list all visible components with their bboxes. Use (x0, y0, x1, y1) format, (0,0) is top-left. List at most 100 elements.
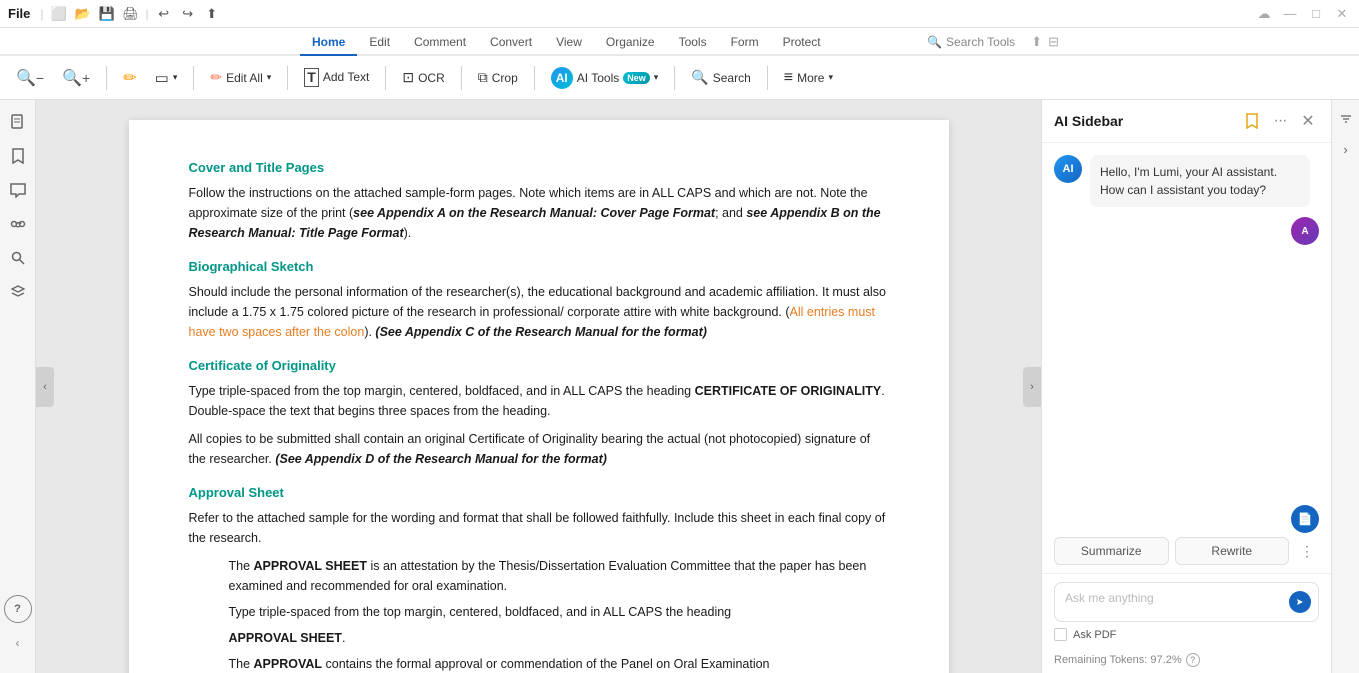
ocr-icon: ⊡ (402, 69, 414, 86)
sidebar-item-comments[interactable] (4, 176, 32, 204)
zoom-out-icon: 🔍 (16, 68, 36, 88)
sidebar-bottom: ? ‹ (4, 595, 32, 665)
ai-tools-button[interactable]: AI AI Tools New ▾ (543, 62, 667, 94)
ai-tokens-label: Remaining Tokens: 97.2% (1054, 654, 1182, 666)
maximize-icon[interactable]: □ (1307, 5, 1325, 23)
more-button[interactable]: ≡ More ▾ (776, 64, 841, 92)
sidebar-help-icon[interactable]: ? (4, 595, 32, 623)
search-label: Search (713, 71, 751, 85)
zoom-in-button[interactable]: 🔍 + (54, 63, 98, 93)
ai-lumi-avatar: AI (1054, 155, 1082, 183)
sep: | (146, 7, 149, 21)
ai-tools-badge: New (623, 72, 650, 84)
toolbar-sep-2 (193, 66, 194, 90)
edit-all-button[interactable]: ✏ Edit All ▾ (202, 64, 279, 91)
right-filter-icon[interactable] (1335, 108, 1357, 130)
crop-button[interactable]: ⧉ Crop (470, 64, 526, 91)
zoom-out-button[interactable]: 🔍 − (8, 63, 52, 93)
doc-circle-button[interactable]: 📄 (1291, 505, 1319, 533)
edit-all-dropdown-icon: ▾ (267, 72, 272, 83)
rectangle-icon: ▭ (155, 69, 169, 87)
save-icon[interactable]: 💾 (98, 5, 116, 23)
page-nav-right[interactable]: › (1023, 367, 1041, 407)
ocr-label: OCR (418, 71, 445, 85)
ai-message-area: AI Hello, I'm Lumi, your AI assistant. H… (1042, 143, 1331, 501)
sidebar-item-pages[interactable] (4, 108, 32, 136)
page-nav-left[interactable]: ‹ (36, 367, 54, 407)
summarize-button[interactable]: Summarize (1054, 537, 1169, 565)
approval-indent-1: The APPROVAL SHEET is an attestation by … (229, 556, 889, 596)
ai-checkbox-row: Ask PDF (1054, 628, 1319, 641)
undo-icon[interactable]: ↩ (155, 5, 173, 23)
plus-sign: + (82, 70, 90, 86)
ai-sidebar: AI Sidebar ··· ✕ AI Hello, I'm Lumi, you… (1041, 100, 1331, 673)
file-menu[interactable]: File (8, 6, 30, 21)
ai-send-button[interactable] (1289, 591, 1311, 613)
toolbar-sep-5 (461, 66, 462, 90)
ai-tools-icon: AI (551, 67, 573, 89)
ai-tokens-help-icon[interactable]: ? (1186, 653, 1200, 667)
sidebar-item-links[interactable] (4, 210, 32, 238)
tab-comment[interactable]: Comment (402, 30, 478, 56)
tab-form[interactable]: Form (719, 30, 771, 56)
sidebar-item-layers[interactable] (4, 278, 32, 306)
right-expand-icon[interactable]: › (1335, 138, 1357, 160)
search-button[interactable]: 🔍 Search (683, 64, 758, 91)
add-text-button[interactable]: T Add Text (296, 63, 377, 92)
tab-tools[interactable]: Tools (667, 30, 719, 56)
open-icon[interactable]: 📂 (74, 5, 92, 23)
main-layout: ? ‹ ‹ Cover and Title Pages Follow the i… (0, 100, 1359, 673)
rewrite-button[interactable]: Rewrite (1175, 537, 1290, 565)
tab-edit[interactable]: Edit (357, 30, 402, 56)
action-more-button[interactable]: ⋮ (1295, 539, 1319, 563)
tab-home[interactable]: Home (300, 30, 357, 56)
minimize-icon[interactable]: — (1281, 5, 1299, 23)
title-bar: File | ⬜ 📂 💾 🖨 | ↩ ↪ ⬆ ☁ — □ ✕ (0, 0, 1359, 28)
toolbar-sep-7 (674, 66, 675, 90)
sidebar-collapse-icon[interactable]: ‹ (4, 629, 32, 657)
upload-icon[interactable]: ⬆ (203, 5, 221, 23)
document-area[interactable]: ‹ Cover and Title Pages Follow the instr… (36, 100, 1041, 673)
ask-pdf-checkbox[interactable] (1054, 628, 1067, 641)
minus-sign: − (36, 70, 44, 86)
title-sep: | (40, 7, 43, 21)
print-icon[interactable]: 🖨 (122, 5, 140, 23)
cover-paragraph-1: Follow the instructions on the attached … (189, 183, 889, 243)
more-dropdown-icon: ▾ (828, 72, 833, 83)
cloud-upload-icon[interactable]: ⬆ (1031, 34, 1042, 50)
cert-paragraph-2: All copies to be submitted shall contain… (189, 429, 889, 469)
cert-paragraph-1: Type triple-spaced from the top margin, … (189, 381, 889, 421)
tab-convert[interactable]: Convert (478, 30, 544, 56)
ai-input-box[interactable]: Ask me anything (1054, 582, 1319, 622)
ocr-button[interactable]: ⊡ OCR (394, 64, 452, 91)
tab-view[interactable]: View (544, 30, 594, 56)
sidebar-item-bookmark[interactable] (4, 142, 32, 170)
cloud-icon[interactable]: ☁ (1255, 5, 1273, 23)
ai-sidebar-close-icon[interactable]: ✕ (1297, 110, 1319, 132)
search-tools[interactable]: 🔍 Search Tools (927, 35, 1015, 49)
approval-paragraph-1: Refer to the attached sample for the wor… (189, 508, 889, 548)
close-icon[interactable]: ✕ (1333, 5, 1351, 23)
toolbar: 🔍 − 🔍 + ✏ ▭ ▾ ✏ Edit All ▾ T Add Text ⊡ … (0, 56, 1359, 100)
sidebar-item-search[interactable] (4, 244, 32, 272)
ai-sidebar-bookmark-icon[interactable] (1241, 110, 1263, 132)
text-icon: T (304, 68, 319, 87)
ai-input-area: Ask me anything Ask PDF (1042, 573, 1331, 649)
ai-sidebar-more-icon[interactable]: ··· (1269, 110, 1291, 132)
edit-all-label: Edit All (226, 71, 263, 85)
bio-paragraph-1: Should include the personal information … (189, 282, 889, 342)
tab-protect[interactable]: Protect (771, 30, 833, 56)
ask-pdf-label: Ask PDF (1073, 629, 1116, 641)
toolbar-sep-4 (385, 66, 386, 90)
rectangle-button[interactable]: ▭ ▾ (147, 64, 186, 92)
ai-action-buttons: Summarize Rewrite ⋮ (1042, 537, 1331, 573)
section-heading-cert: Certificate of Originality (189, 358, 889, 373)
tab-right: 🔍 Search Tools ⬆ ⊟ (927, 34, 1059, 54)
tab-organize[interactable]: Organize (594, 30, 667, 56)
new-icon[interactable]: ⬜ (50, 5, 68, 23)
search-tools-icon: 🔍 (927, 35, 942, 49)
tab-bar: Home Edit Comment Convert View Organize … (0, 28, 1359, 56)
redo-icon[interactable]: ↪ (179, 5, 197, 23)
highlight-button[interactable]: ✏ (115, 63, 144, 93)
window-restore-icon[interactable]: ⊟ (1048, 34, 1059, 50)
